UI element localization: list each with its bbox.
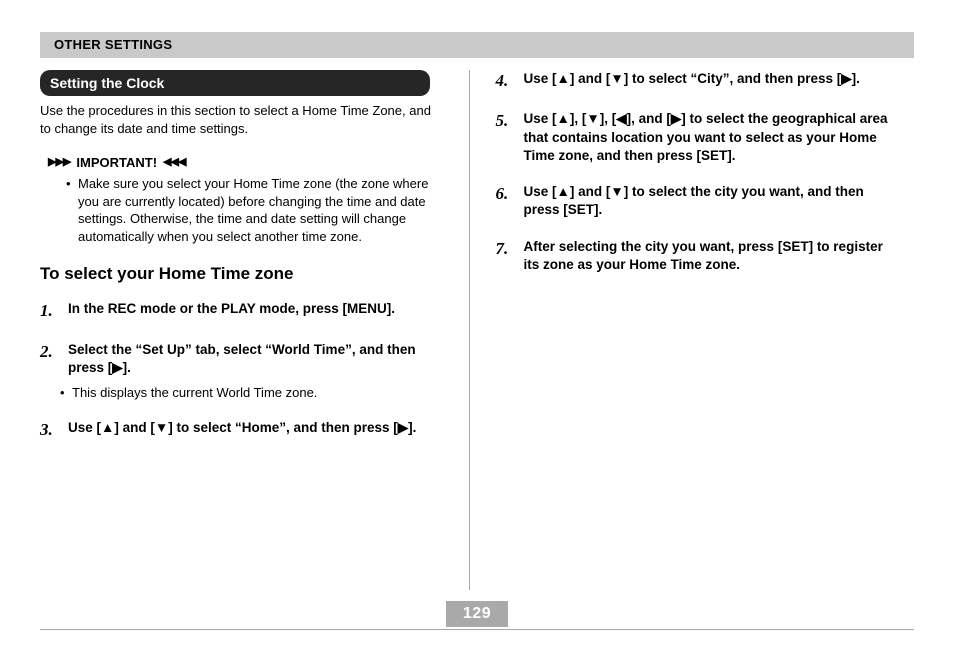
page-number: 129: [446, 601, 508, 627]
deco-arrows-left-icon: ◀◀◀: [163, 155, 185, 170]
page-header: OTHER SETTINGS: [40, 32, 914, 58]
step-number: 2.: [40, 341, 60, 377]
step-text: Use [▲] and [▼] to select “City”, and th…: [524, 70, 899, 93]
step-1: 1. In the REC mode or the PLAY mode, pre…: [40, 300, 443, 323]
step-2-sub: This displays the current World Time zon…: [72, 384, 443, 402]
right-column: 4. Use [▲] and [▼] to select “City”, and…: [469, 70, 915, 590]
deco-arrows-right-icon: ▶▶▶: [48, 155, 70, 170]
important-heading: ▶▶▶ IMPORTANT! ◀◀◀: [48, 154, 443, 172]
step-text: Use [▲], [▼], [◀], and [▶] to select the…: [524, 110, 899, 165]
steps-right: 4. Use [▲] and [▼] to select “City”, and…: [496, 70, 899, 274]
step-6: 6. Use [▲] and [▼] to select the city yo…: [496, 183, 899, 219]
step-text: After selecting the city you want, press…: [524, 238, 899, 274]
important-body: Make sure you select your Home Time zone…: [78, 175, 443, 245]
step-4: 4. Use [▲] and [▼] to select “City”, and…: [496, 70, 899, 93]
step-text: Use [▲] and [▼] to select the city you w…: [524, 183, 899, 219]
step-number: 3.: [40, 419, 60, 442]
subheading: To select your Home Time zone: [40, 263, 443, 286]
step-7: 7. After selecting the city you want, pr…: [496, 238, 899, 274]
content-columns: Setting the Clock Use the procedures in …: [40, 70, 914, 590]
step-number: 7.: [496, 238, 516, 274]
step-number: 4.: [496, 70, 516, 93]
step-3: 3. Use [▲] and [▼] to select “Home”, and…: [40, 419, 443, 442]
step-text: Select the “Set Up” tab, select “World T…: [68, 341, 443, 377]
steps-left: 1. In the REC mode or the PLAY mode, pre…: [40, 300, 443, 442]
step-number: 5.: [496, 110, 516, 165]
page-footer: 129: [40, 601, 914, 630]
intro-text: Use the procedures in this section to se…: [40, 102, 443, 137]
left-column: Setting the Clock Use the procedures in …: [40, 70, 469, 590]
footer-rule: [40, 629, 914, 630]
step-text: Use [▲] and [▼] to select “Home”, and th…: [68, 419, 443, 442]
step-5: 5. Use [▲], [▼], [◀], and [▶] to select …: [496, 110, 899, 165]
important-label: IMPORTANT!: [76, 154, 157, 172]
step-number: 1.: [40, 300, 60, 323]
step-2: 2. Select the “Set Up” tab, select “Worl…: [40, 341, 443, 377]
step-text: In the REC mode or the PLAY mode, press …: [68, 300, 443, 323]
step-number: 6.: [496, 183, 516, 219]
section-title-pill: Setting the Clock: [40, 70, 430, 97]
